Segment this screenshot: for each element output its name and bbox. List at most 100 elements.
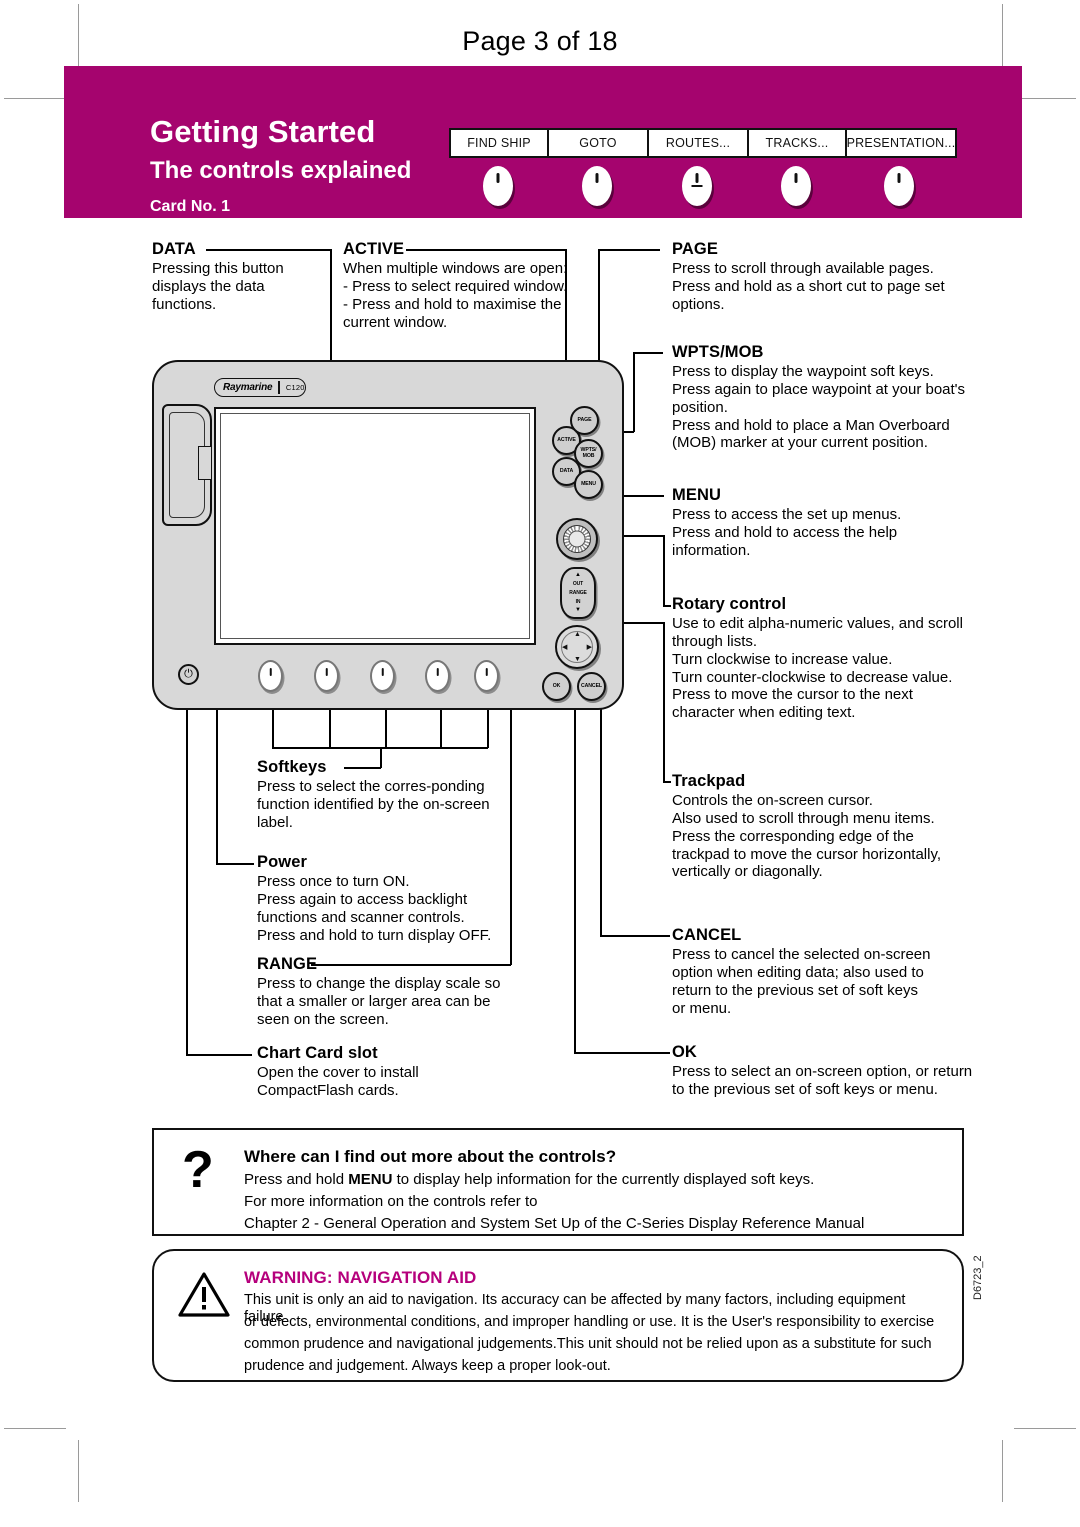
warning-box-title: WARNING: NAVIGATION AID: [244, 1268, 477, 1287]
crop-mark-top-right-h: [1014, 98, 1076, 99]
leader-page-v: [598, 249, 600, 375]
softkey-button-4[interactable]: [781, 166, 811, 206]
device-trackpad[interactable]: ▲ ▼ ◀ ▶: [555, 625, 599, 669]
annotation-range: RANGE Press to change the display scale …: [257, 955, 507, 1029]
softkey-button-3[interactable]: [682, 166, 712, 206]
annotation-page-title: PAGE: [672, 240, 718, 258]
annotation-power-line-3: functions and scanner controls.: [257, 908, 465, 926]
trackpad-right-icon: ▶: [586, 644, 592, 651]
device-key-data-label: DATA: [559, 467, 574, 474]
annotation-wpts-mob-line-5: (MOB) marker at your current position.: [672, 434, 928, 452]
softkey-label-presentation[interactable]: PRESENTATION...: [847, 130, 956, 156]
card-number-label: Card No. 1: [150, 198, 231, 215]
annotation-active: ACTIVE When multiple windows are open: -…: [343, 240, 583, 331]
softkey-label-tracks[interactable]: TRACKS...: [749, 130, 847, 156]
annotation-ok: OK Press to select an on-screen option, …: [672, 1043, 982, 1099]
annotation-rotary-control-line-6: character when editing text.: [672, 704, 856, 722]
annotation-page-line-2: Press and hold as a short cut to page se…: [672, 277, 945, 295]
annotation-softkeys-title: Softkeys: [257, 758, 327, 776]
annotation-page-line-3: options.: [672, 295, 725, 313]
device-key-ok-label: OK: [552, 682, 561, 689]
page-number: Page 3 of 18: [462, 26, 618, 56]
annotation-data-line-2: displays the data: [152, 277, 265, 295]
annotation-softkeys: Softkeys Press to select the corres-pond…: [257, 758, 507, 832]
annotation-rotary-control-title: Rotary control: [672, 595, 787, 613]
device-softkey-2[interactable]: [314, 660, 339, 692]
device-key-wpts-mob[interactable]: WPTS/ MOB: [574, 439, 603, 468]
annotation-wpts-mob: WPTS/MOB Press to display the waypoint s…: [672, 343, 977, 452]
annotation-wpts-mob-line-4: Press and hold to place a Man Overboard: [672, 416, 950, 434]
leader-ok-h: [574, 1052, 670, 1054]
annotation-data: DATA Pressing this button displays the d…: [152, 240, 332, 314]
trackpad-up-icon: ▲: [574, 631, 581, 638]
question-mark-icon: ?: [182, 1141, 214, 1199]
annotation-rotary-control-line-3: Turn clockwise to increase value.: [672, 650, 893, 668]
annotation-power-line-2: Press again to access backlight: [257, 890, 468, 908]
annotation-trackpad: Trackpad Controls the on-screen cursor. …: [672, 772, 972, 881]
device-screen: [214, 407, 536, 645]
info-box-line-1: Press and hold MENU to display help info…: [244, 1171, 814, 1188]
annotation-chart-card-slot-line-1: Open the cover to install: [257, 1063, 419, 1081]
annotation-trackpad-line-4: trackpad to move the cursor horizontally…: [672, 845, 942, 863]
range-up-arrow-icon: ▲: [575, 571, 581, 578]
trackpad-left-icon: ◀: [562, 644, 568, 651]
annotation-ok-line-1: Press to select an on-screen option, or …: [672, 1062, 973, 1080]
annotation-softkeys-line-1: Press to select the corres-ponding: [257, 777, 485, 795]
leader-power-h: [216, 863, 254, 865]
model-name: C120: [285, 383, 305, 392]
softkey-label-routes[interactable]: ROUTES...: [649, 130, 749, 156]
annotation-data-title: DATA: [152, 240, 196, 258]
device-key-cancel[interactable]: CANCEL: [577, 672, 606, 701]
annotation-rotary-control-line-1: Use to edit alpha-numeric values, and sc…: [672, 614, 963, 632]
annotation-wpts-mob-line-1: Press to display the waypoint soft keys.: [672, 362, 934, 380]
device-key-cancel-label: CANCEL: [580, 682, 602, 689]
softkey-label-goto[interactable]: GOTO: [549, 130, 649, 156]
annotation-data-line-3: functions.: [152, 295, 217, 313]
device-rotary-control[interactable]: [556, 518, 598, 560]
leader-cancel-v: [600, 690, 602, 936]
leader-trackpad-v: [663, 622, 665, 782]
annotation-menu-line-3: information.: [672, 541, 751, 559]
annotation-page: PAGE Press to scroll through available p…: [672, 240, 972, 314]
device-range-rocker[interactable]: ▲ OUT RANGE IN ▼: [560, 567, 596, 619]
device-softkey-4[interactable]: [425, 660, 450, 692]
device-softkey-5[interactable]: [474, 660, 499, 692]
annotation-cancel-line-4: or menu.: [672, 999, 732, 1017]
softkey-button-1[interactable]: [483, 166, 513, 206]
device-power-button[interactable]: ⏻: [178, 664, 199, 685]
softkey-label-strip: FIND SHIP GOTO ROUTES... TRACKS... PRESE…: [449, 128, 957, 158]
softkey-button-5[interactable]: [884, 166, 914, 206]
device-key-page[interactable]: PAGE: [570, 406, 599, 435]
annotation-rotary-control-line-4: Turn counter-clockwise to decrease value…: [672, 668, 953, 686]
logo-divider: [278, 381, 280, 394]
device-logo: Raymarine C120: [214, 378, 306, 397]
device-key-ok[interactable]: OK: [542, 672, 571, 701]
annotation-chart-card-slot-title: Chart Card slot: [257, 1044, 378, 1062]
device-key-menu-label: MENU: [581, 480, 596, 487]
leader-rotary-h3: [663, 605, 671, 607]
annotation-rotary-control-line-2: through lists.: [672, 632, 758, 650]
softkey-label-find-ship[interactable]: FIND SHIP: [451, 130, 549, 156]
annotation-range-line-3: seen on the screen.: [257, 1010, 389, 1028]
annotation-cancel-line-1: Press to cancel the selected on-screen: [672, 945, 931, 963]
device-softkey-3[interactable]: [370, 660, 395, 692]
annotation-active-line-1: When multiple windows are open:: [343, 259, 568, 277]
info-box: ? Where can I find out more about the co…: [152, 1128, 964, 1236]
warning-box: WARNING: NAVIGATION AID This unit is onl…: [152, 1249, 964, 1382]
annotation-cancel-line-3: return to the previous set of soft keys: [672, 981, 918, 999]
info-box-line-1c: to display help information for the curr…: [392, 1171, 815, 1188]
device-range-label: RANGE: [569, 589, 587, 596]
annotation-power-line-1: Press once to turn ON.: [257, 872, 410, 890]
softkey-button-2[interactable]: [582, 166, 612, 206]
leader-cancel-h: [600, 935, 670, 937]
page-title: Getting Started: [150, 114, 376, 149]
annotation-data-line-1: Pressing this button: [152, 259, 284, 277]
annotation-cancel-title: CANCEL: [672, 926, 742, 944]
leader-trackpad-h2: [663, 781, 671, 783]
annotation-softkeys-line-2: function identified by the on-screen: [257, 795, 490, 813]
leader-ok-v: [574, 690, 576, 1053]
annotation-softkeys-line-3: label.: [257, 813, 293, 831]
device-key-menu[interactable]: MENU: [574, 470, 603, 499]
range-down-arrow-icon: ▼: [575, 606, 581, 613]
device-softkey-1[interactable]: [258, 660, 283, 692]
